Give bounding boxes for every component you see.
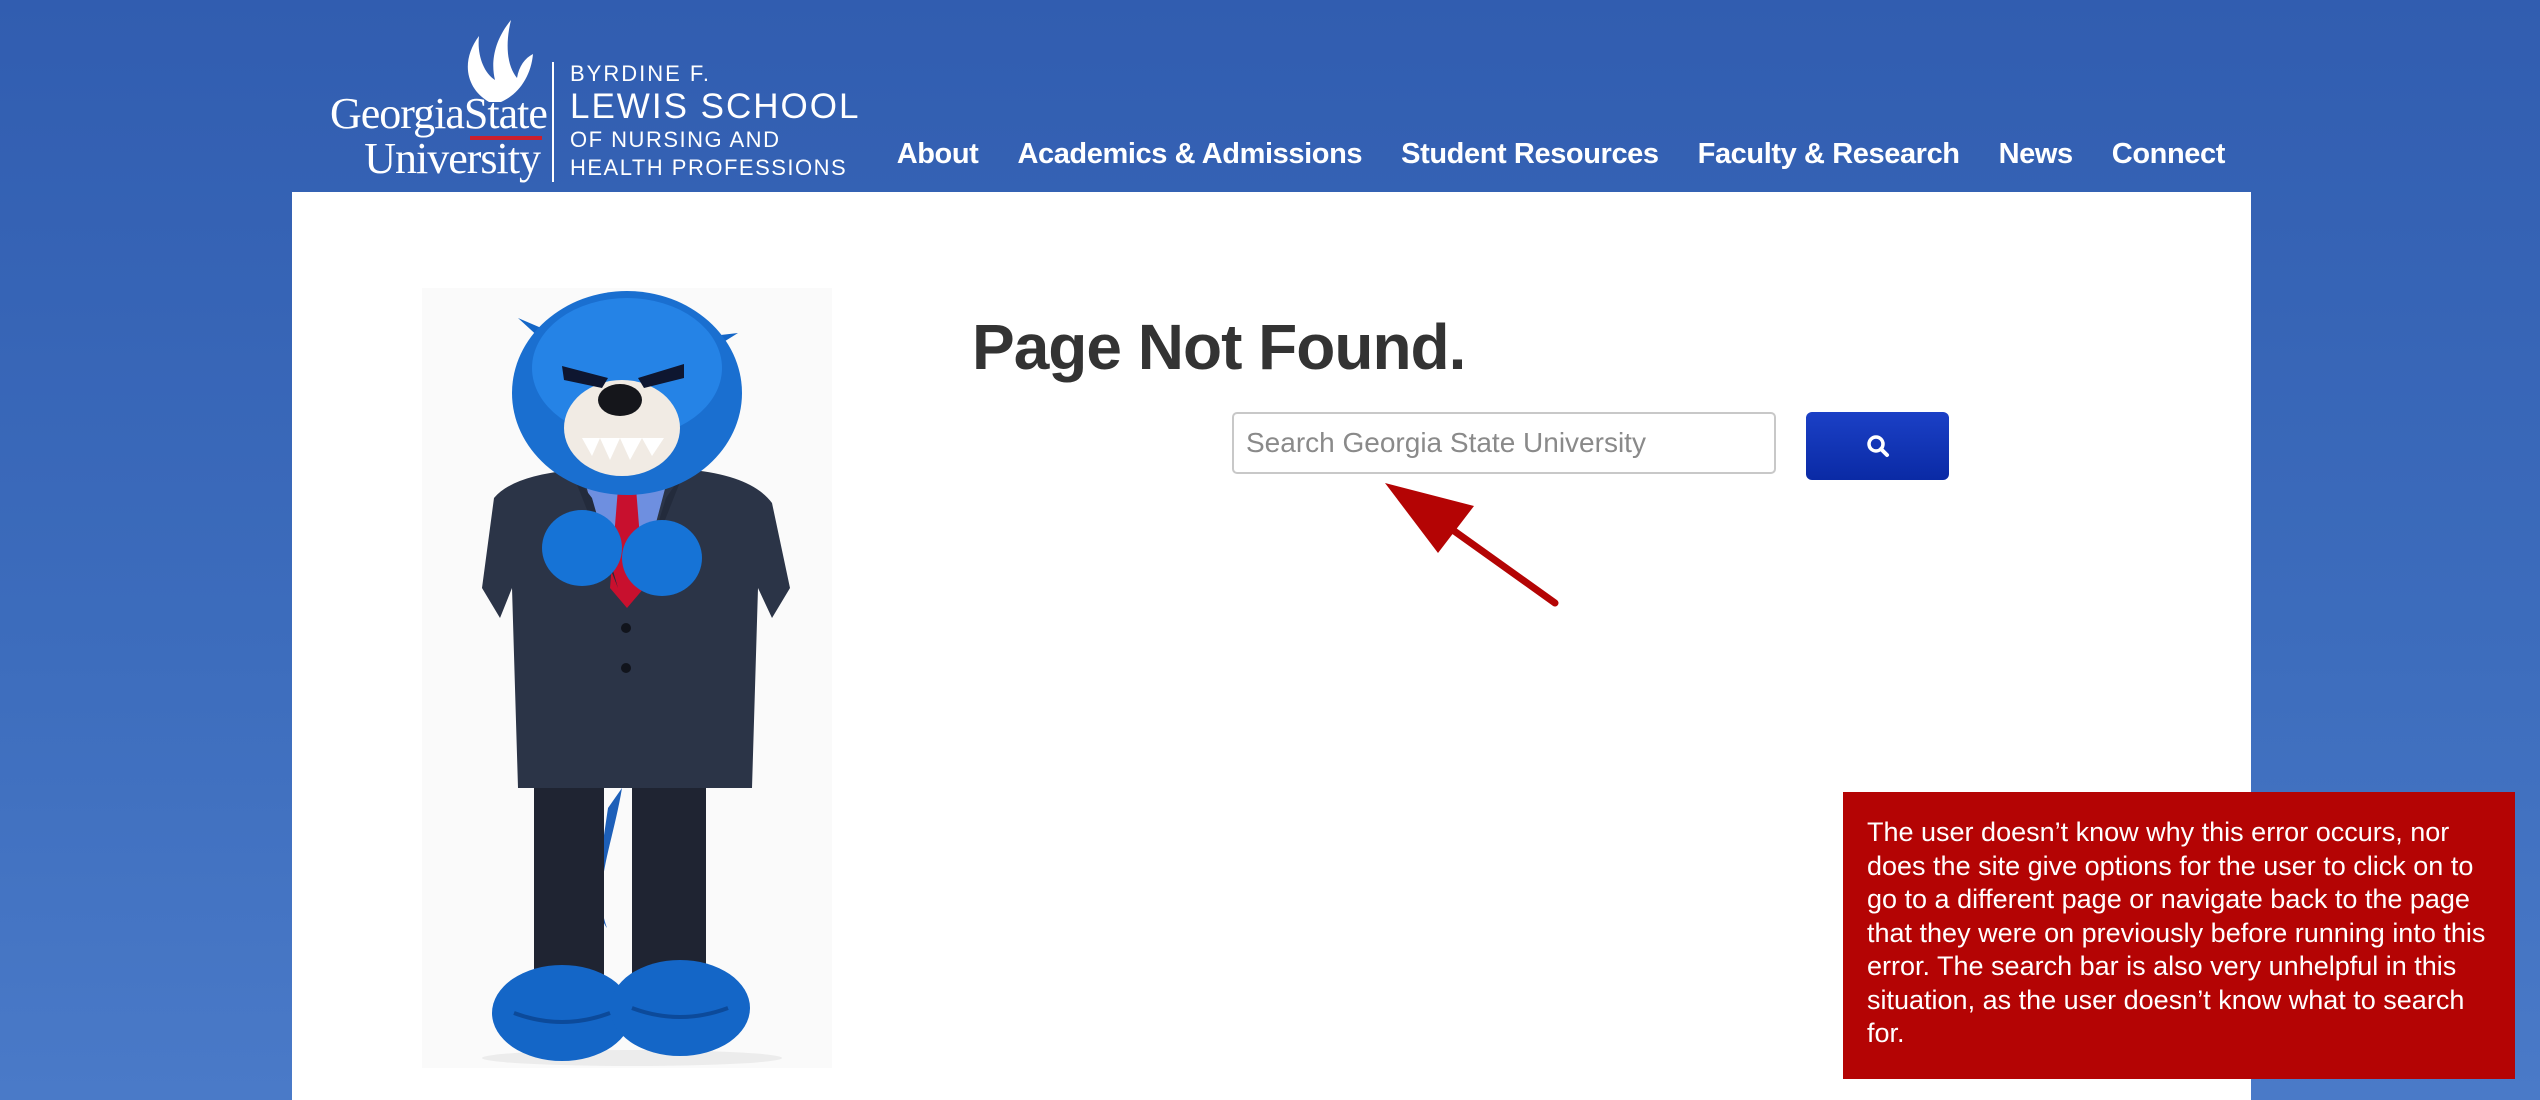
nav-news[interactable]: News xyxy=(1999,138,2074,171)
nav-student-resources[interactable]: Student Resources xyxy=(1401,138,1659,171)
search-button[interactable] xyxy=(1806,412,1949,480)
nav-academics-admissions[interactable]: Academics & Admissions xyxy=(1017,138,1362,171)
main-nav: About Academics & Admissions Student Res… xyxy=(897,138,2226,171)
logo-school-line2: LEWIS SCHOOL xyxy=(570,87,861,126)
logo-wordmark-line1: GeorgiaState xyxy=(330,89,548,138)
logo-school-line4: HEALTH PROFESSIONS xyxy=(570,155,848,180)
logo-school-line1: BYRDINE F. xyxy=(570,61,712,86)
logo-school-line3: OF NURSING AND xyxy=(570,127,781,152)
panther-mascot-image xyxy=(422,288,832,1068)
nav-about[interactable]: About xyxy=(897,138,979,171)
logo-wordmark-line2: University xyxy=(364,134,541,183)
logo-school-name: BYRDINE F. LEWIS SCHOOL OF NURSING AND H… xyxy=(570,60,860,182)
content-panel: Page Not Found. The user doesn’t know wh… xyxy=(292,192,2515,1100)
nav-faculty-research[interactable]: Faculty & Research xyxy=(1698,138,1960,171)
annotation-callout: The user doesn’t know why this error occ… xyxy=(1843,792,2515,1079)
page-title: Page Not Found. xyxy=(972,311,1466,383)
logo-divider xyxy=(552,62,554,182)
search-icon xyxy=(1866,435,1889,457)
search-input[interactable] xyxy=(1232,412,1776,474)
nav-connect[interactable]: Connect xyxy=(2112,138,2226,171)
